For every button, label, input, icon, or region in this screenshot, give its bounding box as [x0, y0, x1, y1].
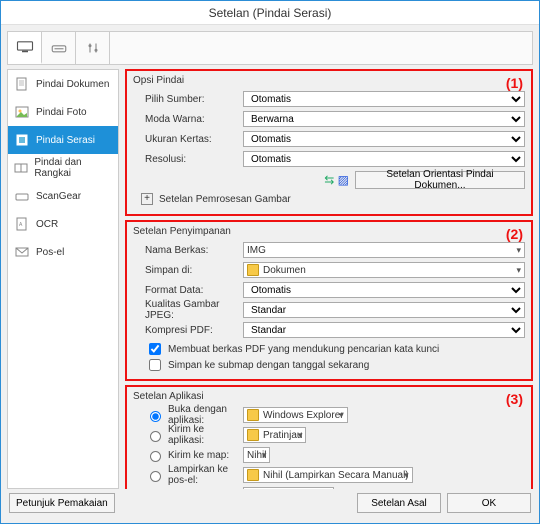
sidebar: Pindai Dokumen Pindai Foto Pindai Serasi…: [7, 69, 119, 489]
sidebar-item-custom[interactable]: Pindai Serasi: [8, 126, 118, 154]
subfolder-date-checkbox[interactable]: [149, 359, 161, 371]
tab-from-scanner[interactable]: [42, 32, 76, 64]
subfolder-date-label: Simpan ke submap dengan tanggal sekarang: [168, 360, 369, 371]
sliders-icon: [84, 41, 102, 55]
savein-select[interactable]: Dokumen: [243, 262, 525, 278]
color-label: Moda Warna:: [133, 114, 243, 125]
source-select[interactable]: Otomatis: [243, 91, 525, 107]
image-processing-expander[interactable]: + Setelan Pemrosesan Gambar: [133, 190, 525, 208]
section-scan-options: (1) Opsi Pindai Pilih Sumber: Otomatis M…: [125, 69, 533, 216]
sidebar-item-label: OCR: [36, 219, 58, 230]
jpeg-select[interactable]: Standar: [243, 302, 525, 318]
send-to-app-select[interactable]: Pratinjau: [243, 427, 306, 443]
top-tabbar: [7, 31, 533, 65]
swap-icon[interactable]: ⇆ ▨: [324, 173, 349, 187]
monitor-icon: [16, 40, 34, 54]
send-to-app-radio[interactable]: [150, 431, 161, 442]
folder-icon: [247, 429, 259, 441]
sidebar-item-label: Pindai dan Rangkai: [34, 157, 112, 179]
filename-label: Nama Berkas:: [133, 245, 243, 256]
plus-icon: +: [141, 193, 153, 205]
color-select[interactable]: Berwarna: [243, 111, 525, 127]
window-title: Setelan (Pindai Serasi): [209, 6, 332, 20]
sidebar-item-stitch[interactable]: Pindai dan Rangkai: [8, 154, 118, 182]
send-to-folder-select[interactable]: Nihil: [243, 447, 270, 463]
tab-from-computer[interactable]: [8, 32, 42, 64]
resolution-label: Resolusi:: [133, 154, 243, 165]
attach-email-select[interactable]: Nihil (Lampirkan Secara Manual): [243, 467, 413, 483]
ok-button[interactable]: OK: [447, 493, 531, 513]
settings-window: Setelan (Pindai Serasi) Pindai Dokumen: [0, 0, 540, 524]
attach-email-radio[interactable]: [150, 471, 161, 482]
content-area: Pindai Dokumen Pindai Foto Pindai Serasi…: [1, 25, 539, 523]
sidebar-item-label: Pindai Serasi: [36, 135, 95, 146]
open-with-radio[interactable]: [150, 411, 161, 422]
resolution-select[interactable]: Otomatis: [243, 151, 525, 167]
pdfcomp-select[interactable]: Standar: [243, 322, 525, 338]
main-panel: (1) Opsi Pindai Pilih Sumber: Otomatis M…: [119, 69, 533, 489]
sidebar-item-document[interactable]: Pindai Dokumen: [8, 70, 118, 98]
document-icon: [14, 77, 30, 91]
section-tag-1: (1): [506, 75, 523, 91]
format-label: Format Data:: [133, 285, 243, 296]
ocr-icon: A: [14, 217, 30, 231]
jpeg-label: Kualitas Gambar JPEG:: [133, 299, 243, 321]
sidebar-item-label: Pos-el: [36, 247, 64, 258]
savein-label: Simpan di:: [133, 265, 243, 276]
sidebar-item-label: Pindai Dokumen: [36, 79, 109, 90]
pdf-keyword-checkbox[interactable]: [149, 343, 161, 355]
sidebar-item-email[interactable]: Pos-el: [8, 238, 118, 266]
start-ocr-select[interactable]: Output ke Teks: [243, 487, 334, 489]
filename-field[interactable]: IMG: [243, 242, 525, 258]
pdf-keyword-label: Membuat berkas PDF yang mendukung pencar…: [168, 344, 439, 355]
mail-icon: [14, 245, 30, 259]
paper-label: Ukuran Kertas:: [133, 134, 243, 145]
section-tag-3: (3): [506, 391, 523, 407]
send-to-app-label: Kirim ke aplikasi:: [168, 424, 243, 446]
format-select[interactable]: Otomatis: [243, 282, 525, 298]
sidebar-item-label: ScanGear: [36, 191, 81, 202]
section-legend: Setelan Aplikasi: [133, 391, 525, 402]
send-to-folder-label: Kirim ke map:: [168, 450, 229, 461]
custom-icon: [14, 133, 30, 147]
paper-select[interactable]: Otomatis: [243, 131, 525, 147]
section-legend: Opsi Pindai: [133, 75, 525, 86]
scanner-icon: [50, 41, 68, 55]
bottom-bar: Petunjuk Pemakaian Setelan Asal OK: [7, 489, 533, 517]
open-with-label: Buka dengan aplikasi:: [168, 404, 243, 426]
folder-icon: [247, 264, 259, 276]
open-with-select[interactable]: Windows Explorer: [243, 407, 348, 423]
source-label: Pilih Sumber:: [133, 94, 243, 105]
defaults-button[interactable]: Setelan Asal: [357, 493, 441, 513]
orientation-settings-button[interactable]: Setelan Orientasi Pindai Dokumen...: [355, 171, 525, 189]
sidebar-item-photo[interactable]: Pindai Foto: [8, 98, 118, 126]
section-tag-2: (2): [506, 226, 523, 242]
section-save-settings: (2) Setelan Penyimpanan Nama Berkas: IMG…: [125, 220, 533, 381]
instructions-button[interactable]: Petunjuk Pemakaian: [9, 493, 115, 513]
section-app-settings: (3) Setelan Aplikasi Buka dengan aplikas…: [125, 385, 533, 489]
titlebar: Setelan (Pindai Serasi): [1, 1, 539, 25]
stitch-icon: [14, 161, 28, 175]
pdfcomp-label: Kompresi PDF:: [133, 325, 243, 336]
sidebar-item-ocr[interactable]: A OCR: [8, 210, 118, 238]
section-legend: Setelan Penyimpanan: [133, 226, 525, 237]
attach-email-label: Lampirkan ke pos-el:: [168, 464, 243, 486]
image-processing-label: Setelan Pemrosesan Gambar: [159, 194, 291, 205]
sidebar-item-scangear[interactable]: ScanGear: [8, 182, 118, 210]
tab-preferences[interactable]: [76, 32, 110, 64]
photo-icon: [14, 105, 30, 119]
folder-icon: [247, 469, 259, 481]
scangear-icon: [14, 189, 30, 203]
folder-icon: [247, 409, 259, 421]
send-to-folder-radio[interactable]: [150, 451, 161, 462]
sidebar-item-label: Pindai Foto: [36, 107, 87, 118]
